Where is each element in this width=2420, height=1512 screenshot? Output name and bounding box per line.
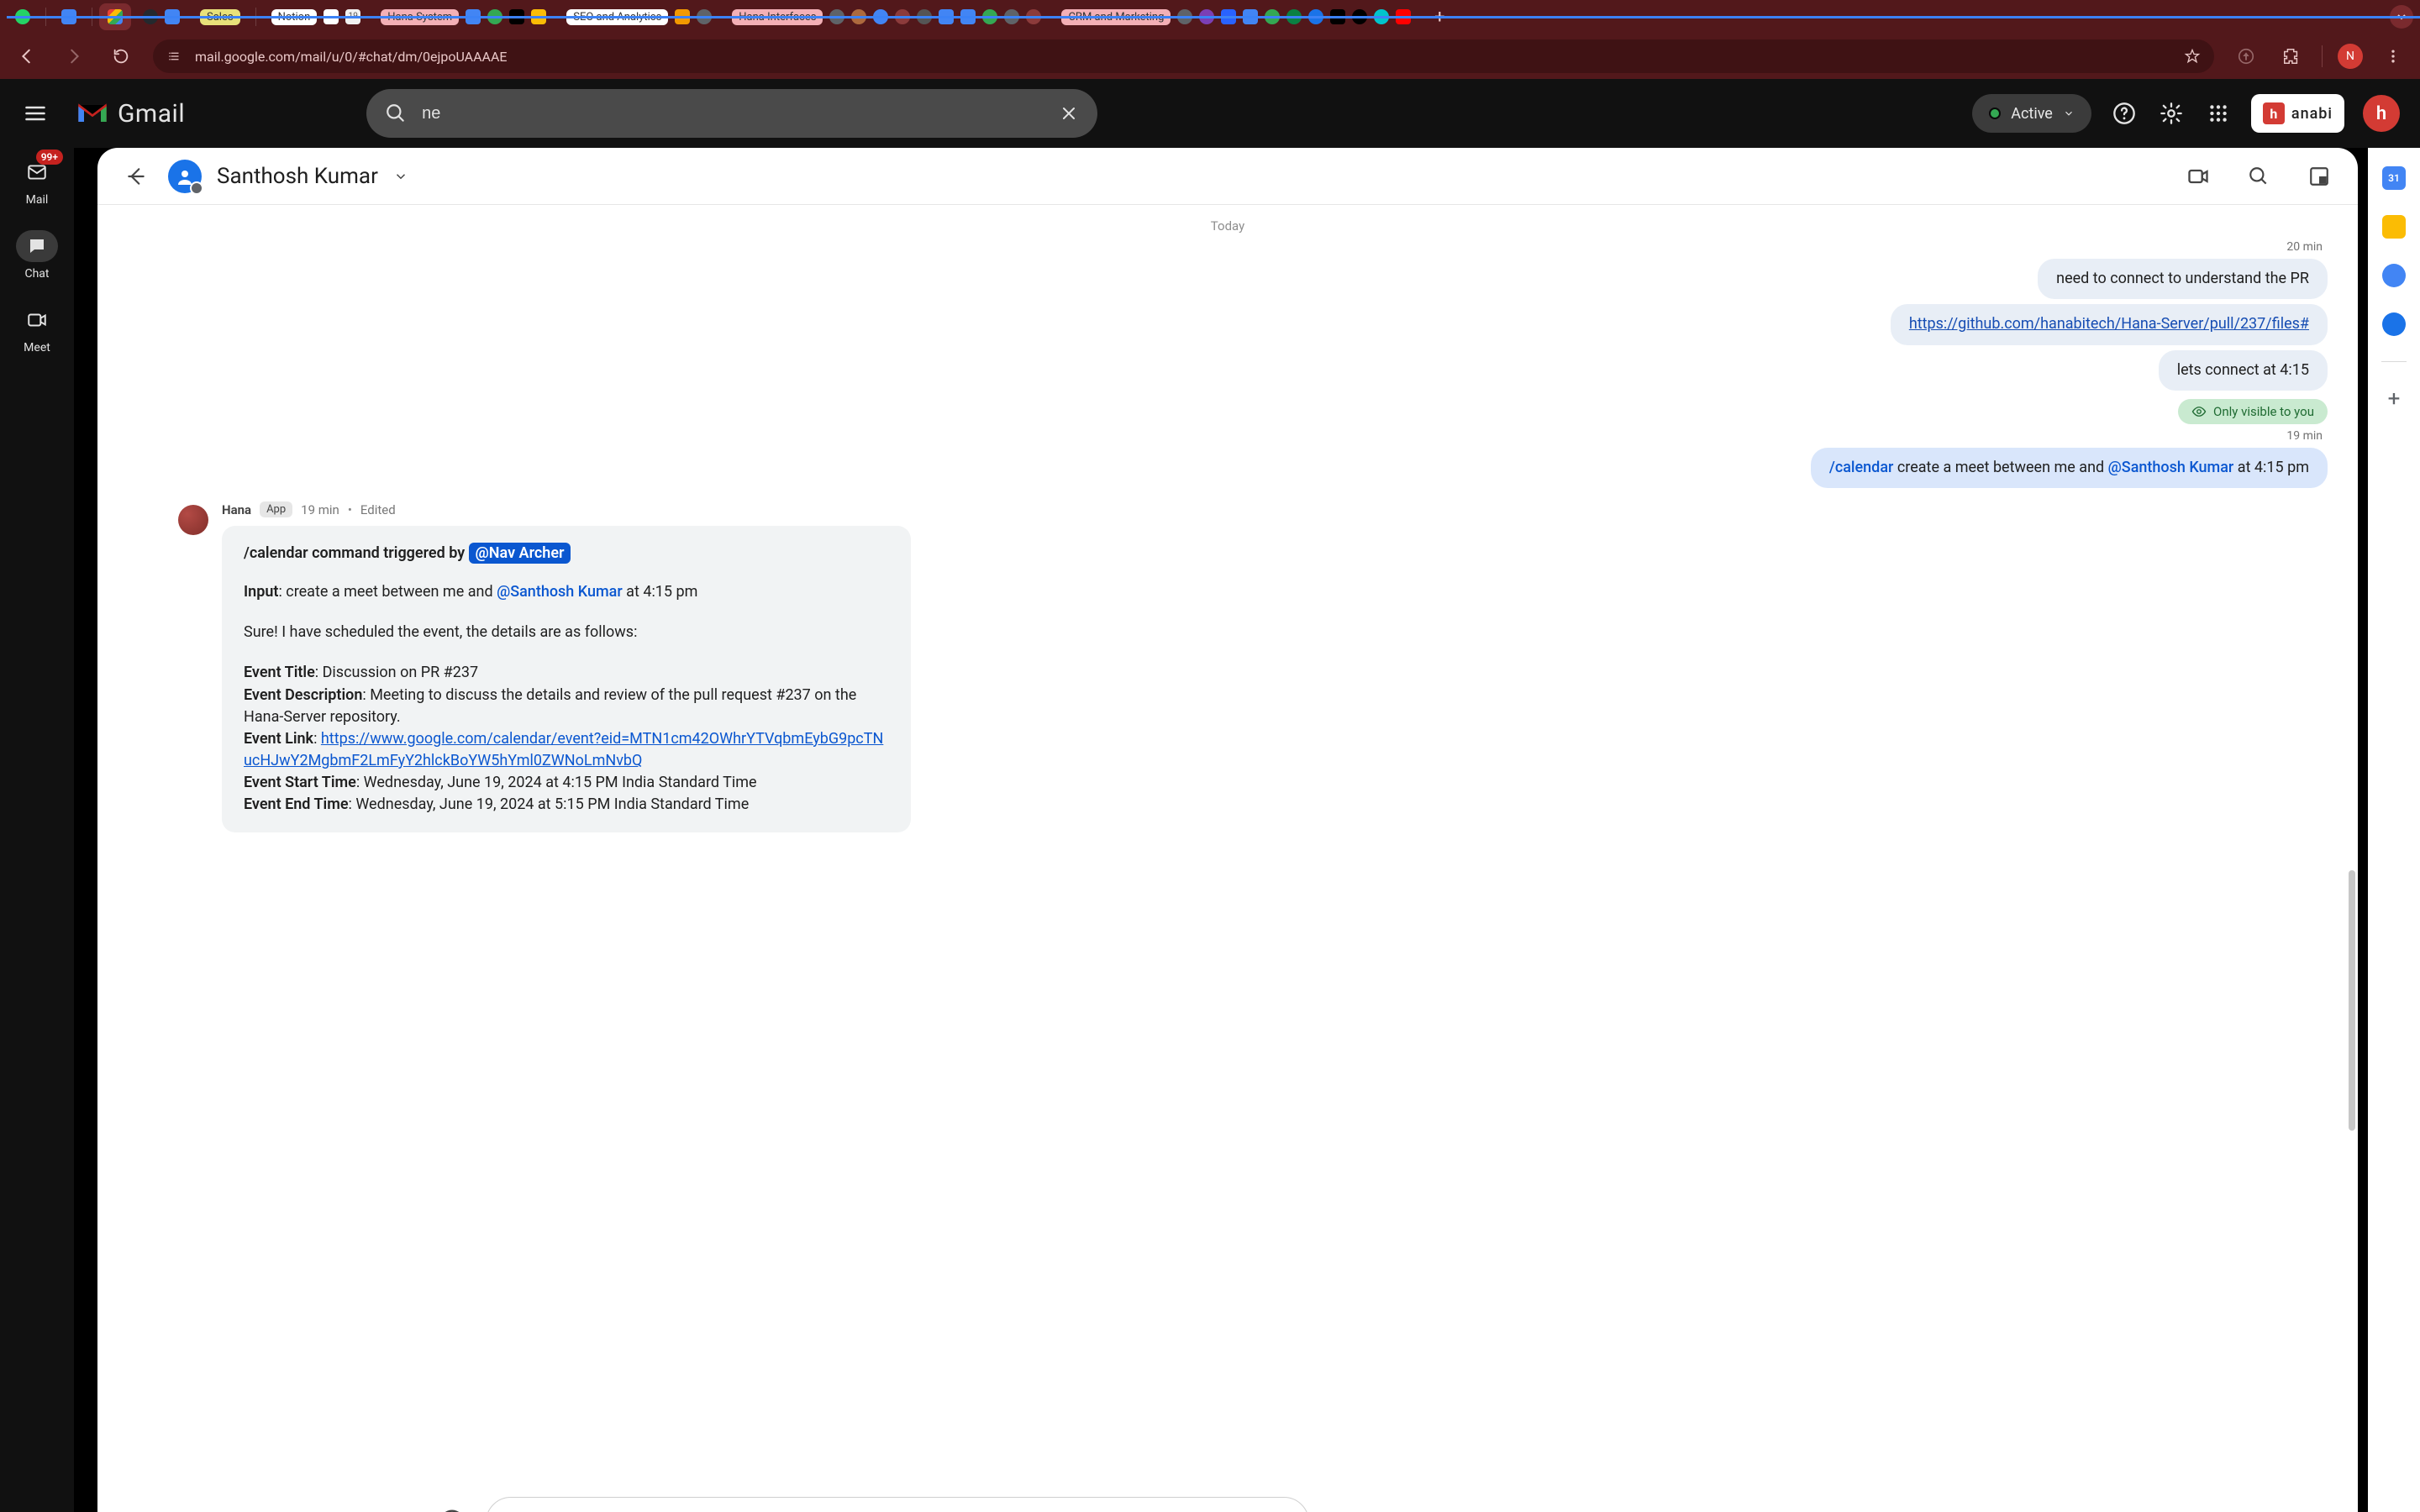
contacts-app-icon[interactable] [2382, 312, 2406, 336]
main-menu-button[interactable] [17, 95, 54, 132]
day-separator: Today [128, 218, 2328, 234]
share-icon[interactable] [2231, 41, 2261, 71]
compose-add-icon[interactable] [434, 1504, 471, 1512]
tab-strip: Sales Notion 19 Hana System SEO and Anal… [0, 0, 2420, 34]
help-icon[interactable] [2110, 99, 2139, 128]
url-text: mail.google.com/mail/u/0/#chat/dm/0ejpoU… [195, 49, 508, 65]
app-body: 99+ Mail Chat Meet Santhosh Kumar [0, 148, 2420, 1512]
search-icon[interactable] [385, 102, 407, 124]
get-addons-icon[interactable]: + [2382, 387, 2406, 411]
url-field[interactable]: mail.google.com/mail/u/0/#chat/dm/0ejpoU… [153, 39, 2214, 73]
event-link[interactable]: https://www.google.com/calendar/event?ei… [244, 730, 883, 769]
hana-meta: Hana App 19 min • Edited [222, 501, 2328, 517]
app-badge: App [260, 501, 292, 517]
presence-dot-icon [1989, 108, 2001, 119]
side-panel-divider [2381, 361, 2407, 362]
addr-right: N [2231, 41, 2408, 71]
compose-box[interactable]: GIF [486, 1497, 1309, 1512]
rail-chat[interactable]: Chat [16, 230, 58, 281]
chrome-menu-icon[interactable] [2378, 41, 2408, 71]
keep-app-icon[interactable] [2382, 215, 2406, 239]
chat-icon [16, 230, 58, 262]
back-arrow-icon[interactable] [119, 160, 153, 193]
message-list[interactable]: Today 20 min need to connect to understa… [97, 205, 2358, 1485]
chevron-down-icon [2063, 108, 2075, 119]
message-time: 19 min [128, 429, 2328, 443]
bookmark-star-icon[interactable] [2184, 48, 2201, 65]
rail-label: Chat [24, 267, 49, 281]
gmail-logo[interactable]: Gmail [76, 99, 185, 129]
gmail-header: Gmail Active h anabi h [0, 79, 2420, 148]
pr-link[interactable]: https://github.com/hanabitech/Hana-Serve… [1909, 315, 2309, 333]
search-in-conv-icon[interactable] [2242, 160, 2275, 193]
visibility-chip: Only visible to you [2178, 399, 2328, 424]
search-input[interactable] [422, 104, 1044, 123]
gmail-m-icon [76, 101, 109, 126]
visibility-text: Only visible to you [2213, 404, 2314, 419]
google-apps-icon[interactable] [2204, 99, 2233, 128]
tasks-app-icon[interactable] [2382, 264, 2406, 287]
send-button[interactable] [1324, 1505, 1358, 1512]
settings-gear-icon[interactable] [2157, 99, 2186, 128]
clear-search-icon[interactable] [1059, 103, 1079, 123]
header-right: Active h anabi h [1972, 94, 2420, 133]
rail-label: Meet [24, 341, 50, 354]
conversation-panel: Santhosh Kumar Today 20 min need to conn… [97, 148, 2358, 1512]
hanabi-text: anabi [2291, 105, 2333, 123]
presence-chip[interactable]: Active [1972, 94, 2091, 133]
hana-name: Hana [222, 502, 251, 517]
back-button[interactable] [12, 41, 42, 71]
hanabi-mark-icon: h [2263, 102, 2285, 124]
hana-time: 19 min [301, 502, 339, 517]
mention[interactable]: @Santhosh Kumar [497, 583, 623, 601]
hana-avatar-icon[interactable] [178, 505, 208, 535]
contact-name[interactable]: Santhosh Kumar [217, 164, 378, 189]
calendar-app-icon[interactable]: 31 [2382, 166, 2406, 190]
left-rail: 99+ Mail Chat Meet [0, 148, 74, 1512]
message-time: 20 min [128, 240, 2328, 254]
own-command-message[interactable]: /calendar create a meet between me and @… [1811, 448, 2328, 488]
conversation-header: Santhosh Kumar [97, 148, 2358, 205]
address-bar: mail.google.com/mail/u/0/#chat/dm/0ejpoU… [0, 34, 2420, 79]
mention[interactable]: @Santhosh Kumar [2108, 459, 2234, 476]
hana-confirm: Sure! I have scheduled the event, the de… [244, 622, 889, 643]
forward-button[interactable] [59, 41, 89, 71]
scrollbar-thumb[interactable] [2349, 870, 2355, 1131]
presence-label: Active [2011, 105, 2053, 123]
mention-chip[interactable]: @Nav Archer [469, 543, 571, 564]
hana-response: Hana App 19 min • Edited /calendar comma… [178, 501, 2328, 832]
extensions-icon[interactable] [2276, 41, 2307, 71]
meet-icon [16, 304, 58, 336]
google-side-panel: 31 + [2368, 148, 2420, 1512]
hana-title: /calendar command triggered by @Nav Arch… [244, 543, 889, 564]
own-message[interactable]: need to connect to understand the PR [2038, 259, 2328, 299]
mail-badge: 99+ [36, 150, 63, 165]
contact-avatar[interactable] [168, 160, 202, 193]
chrome-profile-avatar[interactable]: N [2338, 44, 2363, 69]
chevron-down-icon[interactable] [393, 169, 408, 184]
rail-label: Mail [26, 193, 49, 207]
own-message[interactable]: lets connect at 4:15 [2159, 350, 2328, 391]
workspace-logo[interactable]: h anabi [2251, 94, 2344, 133]
reload-button[interactable] [106, 41, 136, 71]
site-info-icon[interactable] [166, 48, 183, 65]
slash-command: /calendar [1829, 459, 1894, 476]
compose-row: GIF [97, 1485, 2358, 1512]
mail-icon: 99+ [16, 156, 58, 188]
hana-edited: Edited [360, 502, 396, 517]
browser-chrome: Sales Notion 19 Hana System SEO and Anal… [0, 0, 2420, 79]
rail-meet[interactable]: Meet [16, 304, 58, 354]
own-message-link[interactable]: https://github.com/hanabitech/Hana-Serve… [1891, 304, 2328, 344]
main-area: Santhosh Kumar Today 20 min need to conn… [74, 148, 2368, 1512]
search-box[interactable] [366, 89, 1097, 138]
account-avatar[interactable]: h [2363, 95, 2400, 132]
rail-mail[interactable]: 99+ Mail [16, 156, 58, 207]
hana-card[interactable]: /calendar command triggered by @Nav Arch… [222, 526, 911, 832]
popout-icon[interactable] [2302, 160, 2336, 193]
video-call-icon[interactable] [2181, 160, 2215, 193]
eye-icon [2191, 404, 2207, 419]
gmail-wordmark: Gmail [118, 99, 185, 129]
